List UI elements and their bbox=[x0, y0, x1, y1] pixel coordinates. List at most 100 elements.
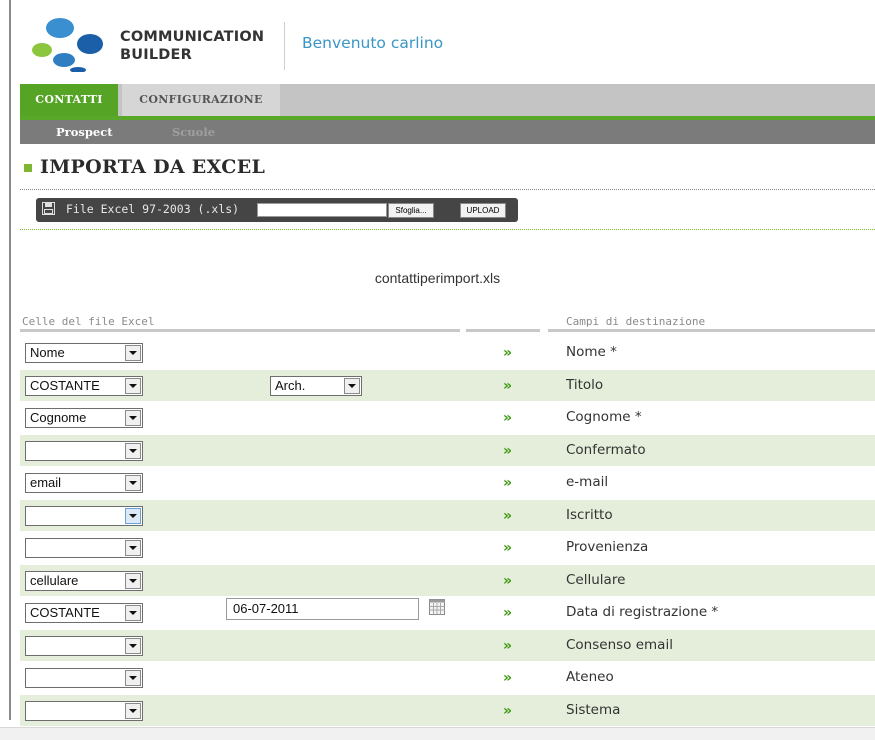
source-cell-select[interactable]: COSTANTE bbox=[25, 375, 143, 396]
chevron-down-icon bbox=[125, 345, 141, 361]
column-rule-right bbox=[548, 329, 875, 332]
mapping-row: » Consenso email bbox=[20, 629, 875, 662]
sub-nav: Prospect Scuole bbox=[20, 120, 875, 144]
welcome-text: Benvenuto carlino bbox=[302, 34, 444, 52]
logo-icon bbox=[32, 18, 103, 72]
brand-line1: COMMUNICATION bbox=[120, 29, 265, 45]
mapping-arrow-icon: » bbox=[503, 410, 512, 426]
destination-field: Titolo bbox=[566, 376, 604, 393]
title-bullet-icon bbox=[24, 164, 32, 172]
upload-label: File Excel 97-2003 (.xls) bbox=[66, 202, 240, 216]
destination-field: Nome * bbox=[566, 344, 617, 360]
destination-field: Confermato bbox=[566, 441, 646, 458]
upload-button[interactable]: UPLOAD bbox=[460, 203, 506, 218]
select-value: cellulare bbox=[30, 572, 79, 588]
chevron-down-icon bbox=[125, 702, 141, 719]
upload-bar: File Excel 97-2003 (.xls) Sfoglia... UPL… bbox=[36, 198, 518, 222]
select-value: Nome bbox=[30, 345, 65, 360]
constant-value-select[interactable]: Arch. bbox=[270, 375, 362, 396]
column-header-source: Celle del file Excel bbox=[22, 315, 155, 328]
save-icon bbox=[42, 202, 55, 215]
mapping-row: » Sistema bbox=[20, 694, 875, 727]
page-title: IMPORTA DA EXCEL bbox=[40, 156, 266, 178]
main-nav: CONTATTI CONFIGURAZIONE bbox=[20, 84, 875, 119]
column-rule-middle bbox=[466, 329, 540, 332]
mapping-arrow-icon: » bbox=[503, 345, 512, 361]
destination-field: e-mail bbox=[566, 474, 609, 490]
mapping-row: Nome » Nome * bbox=[20, 337, 875, 370]
upload-divider bbox=[20, 229, 875, 230]
chevron-down-icon bbox=[125, 670, 141, 686]
brand-line2: BUILDER bbox=[120, 47, 192, 63]
mapping-row: » Ateneo bbox=[20, 662, 875, 695]
source-cell-select[interactable]: Cognome bbox=[25, 408, 143, 428]
source-cell-select[interactable] bbox=[25, 440, 143, 461]
destination-field: Sistema bbox=[566, 701, 621, 718]
destination-field: Cellulare bbox=[566, 571, 626, 588]
destination-field: Consenso email bbox=[566, 636, 673, 653]
subtab-prospect[interactable]: Prospect bbox=[56, 120, 113, 144]
horizontal-scrollbar[interactable] bbox=[0, 727, 875, 740]
chevron-down-icon bbox=[344, 377, 360, 394]
select-value: Arch. bbox=[275, 377, 306, 393]
file-path-input[interactable] bbox=[257, 203, 387, 217]
source-cell-select[interactable] bbox=[25, 635, 143, 656]
select-value: COSTANTE bbox=[30, 605, 100, 620]
select-value: email bbox=[30, 475, 62, 490]
column-rule-left bbox=[20, 329, 460, 332]
destination-field: Iscritto bbox=[566, 506, 613, 523]
chevron-down-icon bbox=[125, 475, 141, 491]
mapping-arrow-icon: » bbox=[503, 377, 512, 394]
mapping-arrow-icon: » bbox=[503, 670, 512, 686]
destination-field: Cognome * bbox=[566, 409, 642, 425]
mapping-row: » Provenienza bbox=[20, 532, 875, 565]
registration-date-input[interactable]: 06-07-2011 bbox=[226, 598, 419, 620]
mapping-arrow-icon: » bbox=[503, 605, 512, 621]
uploaded-filename: contattiperimport.xls bbox=[374, 270, 501, 286]
mapping-row: COSTANTE Arch. » Titolo bbox=[20, 369, 875, 402]
mapping-arrow-icon: » bbox=[503, 442, 512, 459]
chevron-down-icon bbox=[125, 410, 141, 426]
destination-field: Provenienza bbox=[566, 539, 649, 555]
source-cell-select[interactable] bbox=[25, 668, 143, 688]
mapping-arrow-icon: » bbox=[503, 507, 512, 524]
source-cell-select[interactable]: email bbox=[25, 473, 143, 493]
column-header-destination: Campi di destinazione bbox=[566, 315, 706, 328]
select-value: Cognome bbox=[30, 410, 87, 425]
source-cell-select[interactable] bbox=[25, 505, 143, 526]
calendar-icon[interactable] bbox=[429, 599, 445, 615]
title-divider bbox=[20, 189, 875, 190]
chevron-down-icon bbox=[125, 605, 141, 621]
mapping-arrow-icon: » bbox=[503, 637, 512, 654]
chevron-down-icon bbox=[125, 507, 141, 524]
mapping-table: Nome » Nome * COSTANTE Arch. » Titolo Co… bbox=[20, 337, 875, 727]
header-divider bbox=[284, 22, 285, 70]
destination-field: Data di registrazione * bbox=[566, 604, 719, 620]
chevron-down-icon bbox=[125, 572, 141, 589]
destination-field: Ateneo bbox=[566, 669, 614, 685]
mapping-arrow-icon: » bbox=[503, 702, 512, 719]
left-border bbox=[9, 0, 11, 720]
source-cell-select[interactable]: Nome bbox=[25, 343, 143, 363]
mapping-arrow-icon: » bbox=[503, 475, 512, 491]
chevron-down-icon bbox=[125, 540, 141, 556]
chevron-down-icon bbox=[125, 442, 141, 459]
mapping-row: » Iscritto bbox=[20, 499, 875, 532]
mapping-arrow-icon: » bbox=[503, 540, 512, 556]
mapping-row: Cognome » Cognome * bbox=[20, 402, 875, 435]
mapping-arrow-icon: » bbox=[503, 572, 512, 589]
subtab-scuole[interactable]: Scuole bbox=[172, 120, 215, 144]
tab-contatti[interactable]: CONTATTI bbox=[20, 84, 118, 116]
source-cell-select[interactable] bbox=[25, 538, 143, 558]
browse-button[interactable]: Sfoglia... bbox=[388, 203, 434, 218]
chevron-down-icon bbox=[125, 637, 141, 654]
chevron-down-icon bbox=[125, 377, 141, 394]
mapping-row: COSTANTE » Data di registrazione * bbox=[20, 597, 875, 630]
brand-name: COMMUNICATION BUILDER bbox=[120, 28, 264, 64]
source-cell-select[interactable] bbox=[25, 700, 143, 721]
mapping-row: email » e-mail bbox=[20, 467, 875, 500]
select-value: COSTANTE bbox=[30, 377, 100, 393]
source-cell-select[interactable]: COSTANTE bbox=[25, 603, 143, 623]
source-cell-select[interactable]: cellulare bbox=[25, 570, 143, 591]
tab-configurazione[interactable]: CONFIGURAZIONE bbox=[122, 84, 280, 116]
